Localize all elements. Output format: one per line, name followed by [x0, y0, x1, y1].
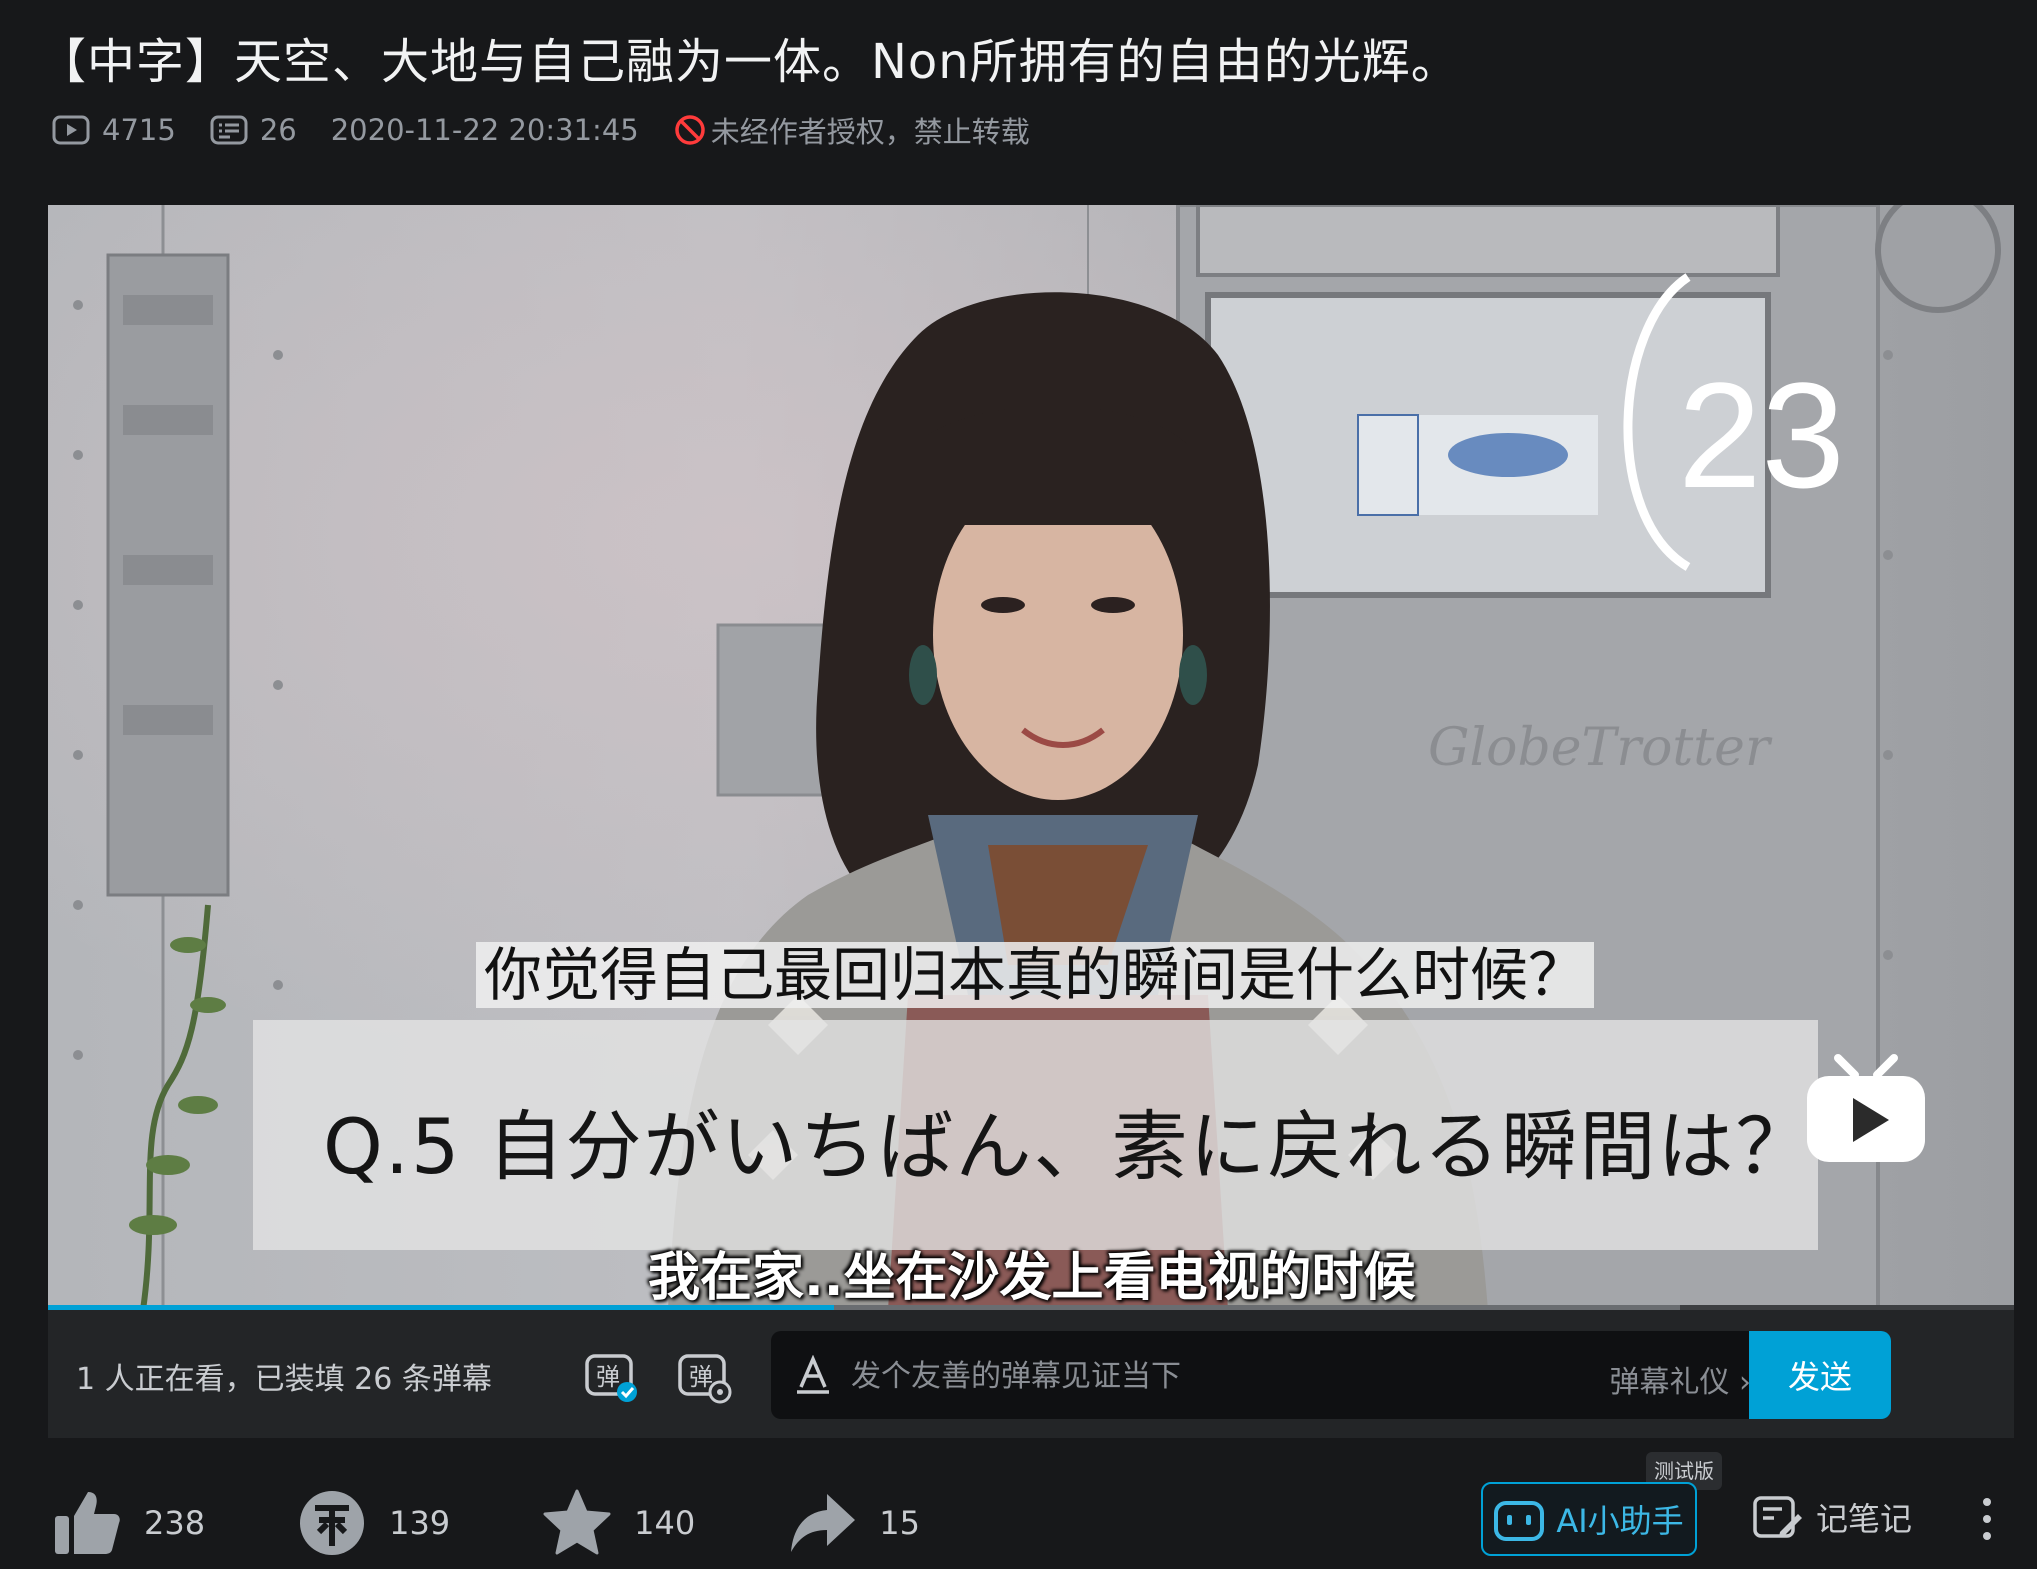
favorite-count: 140 — [634, 1504, 696, 1542]
prohibited-icon — [673, 113, 707, 147]
publish-time: 2020-11-22 20:31:45 — [330, 113, 639, 147]
danmaku-count-value: 26 — [259, 113, 297, 147]
thumbs-up-icon — [52, 1488, 122, 1558]
viewer-status: 1 人正在看，已装填 26 条弹幕 — [76, 1362, 492, 1397]
ai-assistant-button[interactable]: AI小助手 — [1481, 1482, 1697, 1556]
copyright-notice: 未经作者授权，禁止转载 — [673, 109, 1030, 151]
like-count: 238 — [144, 1504, 206, 1542]
send-button[interactable]: 发送 — [1749, 1331, 1891, 1419]
ai-assistant-label: AI小助手 — [1556, 1502, 1684, 1540]
progress-fill — [48, 1305, 835, 1310]
danmaku-toggle-icon[interactable]: 弹 — [583, 1348, 639, 1404]
danmaku-etiquette-link[interactable]: 弹幕礼仪 › — [1609, 1357, 1751, 1401]
action-row: 238 139 140 15 — [52, 1488, 1012, 1558]
danmaku-settings-icon[interactable]: 弹 — [676, 1348, 732, 1404]
share-arrow-icon — [787, 1488, 857, 1558]
view-count: 4715 — [52, 113, 176, 147]
answer-subtitle: 我在家..坐在沙发上看电视的时候 — [648, 1248, 1416, 1308]
copyright-notice-text: 未经作者授权，禁止转载 — [710, 115, 1030, 149]
bilibili-play-icon[interactable] — [1803, 1050, 1929, 1170]
favorite-button[interactable]: 140 — [542, 1488, 695, 1558]
like-button[interactable]: 238 — [52, 1488, 205, 1558]
robot-tv-icon — [1494, 1497, 1545, 1541]
svg-text:弹: 弹 — [689, 1363, 713, 1391]
danmaku-bar: 1 人正在看，已装填 26 条弹幕 弹 弹 弹幕礼仪 › 发送 — [48, 1310, 2014, 1438]
play-count-icon — [52, 114, 90, 146]
coin-icon — [297, 1488, 367, 1558]
notes-button[interactable]: 记笔记 — [1752, 1492, 1912, 1542]
share-count: 15 — [879, 1504, 920, 1542]
danmaku-input-box: 弹幕礼仪 › 发送 — [771, 1331, 1891, 1419]
video-title: 【中字】天空、大地与自己融为一体。Non所拥有的自由的光辉。 — [38, 34, 1460, 90]
danmaku-input[interactable] — [849, 1345, 1633, 1407]
star-icon — [542, 1488, 612, 1558]
svg-text:弹: 弹 — [596, 1363, 620, 1391]
text-style-icon[interactable] — [793, 1354, 833, 1395]
notes-label: 记笔记 — [1816, 1500, 1913, 1538]
note-edit-icon — [1752, 1492, 1802, 1542]
chinese-subtitle: 你觉得自己最回归本真的瞬间是什么时候？ — [476, 942, 1595, 1008]
episode-number: 23 — [1678, 351, 1845, 519]
svg-text:GlobeTrotter: GlobeTrotter — [1428, 718, 1773, 778]
more-options-icon[interactable] — [1972, 1494, 2002, 1544]
episode-badge: 23 — [1593, 267, 1853, 581]
coin-button[interactable]: 139 — [297, 1488, 450, 1558]
share-button[interactable]: 15 — [787, 1488, 920, 1558]
japanese-question: Q.5 自分がいちばん、素に戻れる瞬間は？ — [323, 1102, 1814, 1191]
view-count-value: 4715 — [102, 113, 176, 147]
video-meta: 4715 26 2020-11-22 20:31:45 未经作者授权，禁止转载 — [52, 110, 1030, 150]
danmaku-count: 26 — [210, 113, 297, 147]
video-player[interactable]: GlobeTrotter 23 你觉得自己最回归本真的瞬间是什么时候？ Q.5 … — [48, 205, 2014, 1310]
danmaku-icon — [210, 114, 248, 146]
coin-count: 139 — [389, 1504, 451, 1542]
